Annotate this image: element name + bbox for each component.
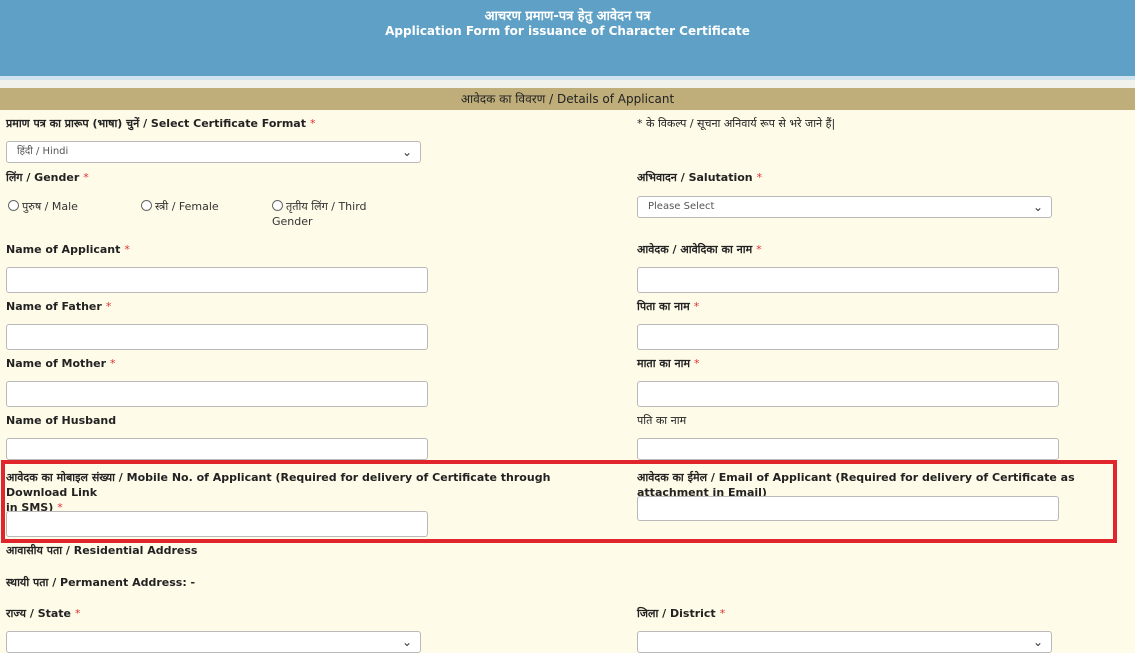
name-applicant-hi-label: आवेदक / आवेदिका का नाम * [637,243,762,256]
radio-icon [272,200,283,211]
header-stripe [0,80,1135,88]
chevron-down-icon: ⌄ [401,145,412,159]
salutation-value: Please Select [648,201,715,212]
certificate-format-value: हिंदी / Hindi [17,146,69,157]
husband-hi-input[interactable] [637,438,1059,460]
gender-male-radio[interactable]: पुरुष / Male [8,199,78,214]
husband-hi-label: पति का नाम [637,414,687,427]
father-en-label: Name of Father * [6,300,112,313]
state-label: राज्य / State * [6,607,81,620]
page-header: आचरण प्रमाण-पत्र हेतु आवेदन पत्र Applica… [0,0,1135,80]
salutation-label: अभिवादन / Salutation * [637,171,763,184]
radio-icon [8,200,19,211]
husband-en-label: Name of Husband [6,414,117,427]
chevron-down-icon: ⌄ [401,635,412,649]
mandatory-note: * के विकल्प / सूचना अनिवार्य रूप से भरे … [637,117,836,130]
gender-label: लिंग / Gender * [6,171,89,184]
permanent-address-label: स्थायी पता / Permanent Address: - [6,576,196,589]
name-applicant-en-input[interactable] [6,267,428,293]
state-select[interactable]: ⌄ [6,631,421,653]
name-applicant-en-label: Name of Applicant * [6,243,130,256]
certificate-format-label: प्रमाण पत्र का प्रारूप (भाषा) चुनें / Se… [6,117,316,130]
salutation-select[interactable]: Please Select ⌄ [637,196,1052,218]
mother-hi-input[interactable] [637,381,1059,407]
mother-en-input[interactable] [6,381,428,407]
father-hi-input[interactable] [637,324,1059,350]
header-title-hindi: आचरण प्रमाण-पत्र हेतु आवेदन पत्र [484,9,651,24]
name-applicant-hi-input[interactable] [637,267,1059,293]
residential-address-label: आवासीय पता / Residential Address [6,544,198,557]
section-title: आवेदक का विवरण / Details of Applicant [0,88,1135,110]
father-hi-label: पिता का नाम * [637,300,700,313]
father-en-input[interactable] [6,324,428,350]
radio-icon [141,200,152,211]
mother-hi-label: माता का नाम * [637,357,700,370]
highlight-box [1,460,1117,543]
header-title-english: Application Form for issuance of Charact… [385,24,750,38]
chevron-down-icon: ⌄ [1032,635,1043,649]
district-select[interactable]: ⌄ [637,631,1052,653]
certificate-format-select[interactable]: हिंदी / Hindi ⌄ [6,141,421,163]
district-label: जिला / District * [637,607,726,620]
chevron-down-icon: ⌄ [1032,200,1043,214]
gender-female-radio[interactable]: स्त्री / Female [141,199,219,214]
gender-third-radio[interactable]: तृतीय लिंग / Third Gender [272,199,392,229]
mother-en-label: Name of Mother * [6,357,116,370]
husband-en-input[interactable] [6,438,428,460]
